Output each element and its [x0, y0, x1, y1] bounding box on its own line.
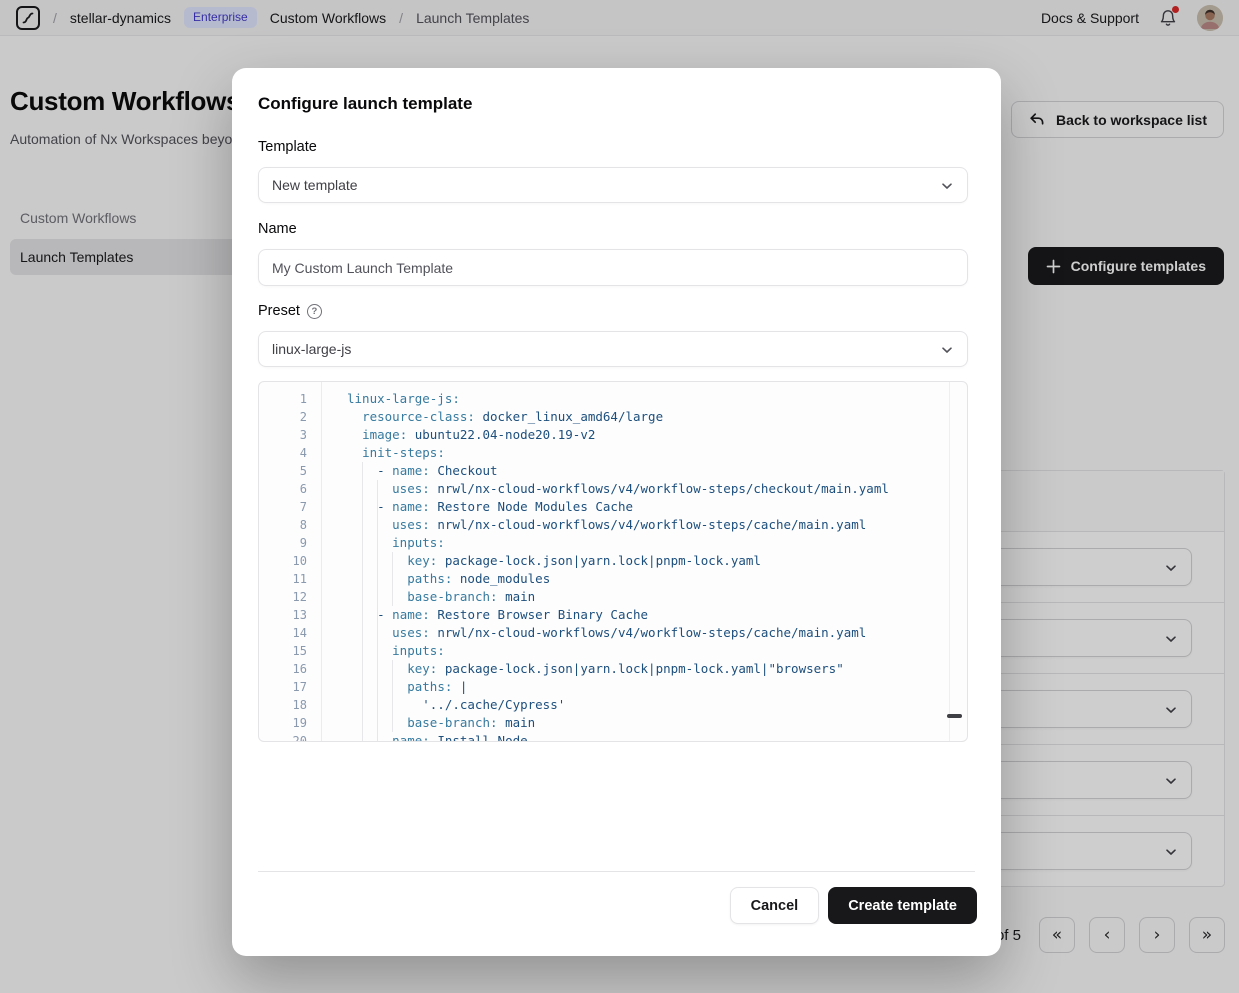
line-number: 3	[259, 426, 307, 444]
code-text: key: package-lock.json|yarn.lock|pnpm-lo…	[307, 552, 761, 570]
code-line: 5 - name: Checkout	[259, 462, 967, 480]
code-text: '../.cache/Cypress'	[307, 696, 565, 714]
code-line: 18 '../.cache/Cypress'	[259, 696, 967, 714]
code-line: 7 - name: Restore Node Modules Cache	[259, 498, 967, 516]
line-number: 1	[259, 390, 307, 408]
help-icon[interactable]: ?	[307, 304, 322, 319]
code-line: 12 base-branch: main	[259, 588, 967, 606]
code-line: 2 resource-class: docker_linux_amd64/lar…	[259, 408, 967, 426]
yaml-code-editor[interactable]: 1linux-large-js:2 resource-class: docker…	[258, 381, 968, 742]
code-text: init-steps:	[307, 444, 445, 462]
preset-field-label: Preset ?	[258, 303, 322, 319]
code-text: inputs:	[307, 642, 445, 660]
code-text: paths: |	[307, 678, 467, 696]
code-text: resource-class: docker_linux_amd64/large	[307, 408, 663, 426]
code-text: inputs:	[307, 534, 445, 552]
line-number: 5	[259, 462, 307, 480]
code-text: - name: Restore Node Modules Cache	[307, 498, 633, 516]
code-line: 6 uses: nrwl/nx-cloud-workflows/v4/workf…	[259, 480, 967, 498]
preset-select[interactable]: linux-large-js	[258, 331, 968, 367]
code-text: base-branch: main	[307, 714, 535, 732]
code-text: key: package-lock.json|yarn.lock|pnpm-lo…	[307, 660, 844, 678]
line-number: 10	[259, 552, 307, 570]
code-line: 15 inputs:	[259, 642, 967, 660]
code-text: uses: nrwl/nx-cloud-workflows/v4/workflo…	[307, 624, 866, 642]
code-text: - name: Install Node	[307, 732, 528, 742]
line-number: 12	[259, 588, 307, 606]
name-field-label: Name	[258, 221, 297, 237]
line-number: 14	[259, 624, 307, 642]
code-line: 9 inputs:	[259, 534, 967, 552]
preset-label-text: Preset	[258, 303, 300, 319]
name-input[interactable]: My Custom Launch Template	[258, 249, 968, 286]
code-line: 8 uses: nrwl/nx-cloud-workflows/v4/workf…	[259, 516, 967, 534]
line-number: 6	[259, 480, 307, 498]
name-input-value: My Custom Launch Template	[272, 260, 453, 276]
code-line: 10 key: package-lock.json|yarn.lock|pnpm…	[259, 552, 967, 570]
modal-footer: Cancel Create template	[258, 887, 977, 924]
line-number: 4	[259, 444, 307, 462]
line-number: 16	[259, 660, 307, 678]
line-number: 8	[259, 516, 307, 534]
code-text: base-branch: main	[307, 588, 535, 606]
template-select-value: New template	[272, 177, 358, 193]
line-number: 13	[259, 606, 307, 624]
line-number: 19	[259, 714, 307, 732]
line-number: 15	[259, 642, 307, 660]
footer-divider	[258, 871, 975, 872]
template-label-text: Template	[258, 139, 317, 155]
modal-title: Configure launch template	[258, 94, 472, 114]
code-line: 3 image: ubuntu22.04-node20.19-v2	[259, 426, 967, 444]
code-line: 14 uses: nrwl/nx-cloud-workflows/v4/work…	[259, 624, 967, 642]
app-window: / stellar-dynamics Enterprise Custom Wor…	[0, 0, 1239, 993]
code-line: 4 init-steps:	[259, 444, 967, 462]
create-template-button[interactable]: Create template	[828, 887, 977, 924]
configure-launch-template-modal: Configure launch template Template New t…	[232, 68, 1001, 956]
code-line: 1linux-large-js:	[259, 390, 967, 408]
code-text: - name: Checkout	[307, 462, 498, 480]
line-number: 17	[259, 678, 307, 696]
chevron-down-icon	[939, 342, 955, 358]
code-text: uses: nrwl/nx-cloud-workflows/v4/workflo…	[307, 516, 866, 534]
preset-select-value: linux-large-js	[272, 341, 351, 357]
chevron-down-icon	[939, 178, 955, 194]
code-line: 13 - name: Restore Browser Binary Cache	[259, 606, 967, 624]
line-number: 20	[259, 732, 307, 742]
code-line: 17 paths: |	[259, 678, 967, 696]
line-number: 9	[259, 534, 307, 552]
code-text: linux-large-js:	[307, 390, 460, 408]
code-text: uses: nrwl/nx-cloud-workflows/v4/workflo…	[307, 480, 889, 498]
line-number: 7	[259, 498, 307, 516]
line-number: 18	[259, 696, 307, 714]
code-text: paths: node_modules	[307, 570, 550, 588]
code-text: - name: Restore Browser Binary Cache	[307, 606, 648, 624]
code-line: 16 key: package-lock.json|yarn.lock|pnpm…	[259, 660, 967, 678]
template-field-label: Template	[258, 139, 317, 155]
code-text: image: ubuntu22.04-node20.19-v2	[307, 426, 595, 444]
name-label-text: Name	[258, 221, 297, 237]
line-number: 11	[259, 570, 307, 588]
template-select[interactable]: New template	[258, 167, 968, 203]
code-line: 20 - name: Install Node	[259, 732, 967, 742]
cancel-button[interactable]: Cancel	[730, 887, 820, 924]
code-line: 19 base-branch: main	[259, 714, 967, 732]
line-number: 2	[259, 408, 307, 426]
code-lines: 1linux-large-js:2 resource-class: docker…	[259, 390, 967, 742]
code-line: 11 paths: node_modules	[259, 570, 967, 588]
